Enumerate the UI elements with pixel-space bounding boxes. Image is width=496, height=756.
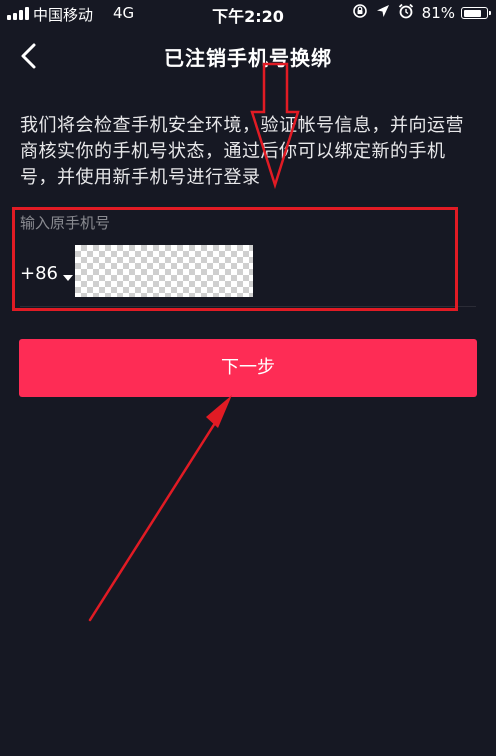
battery-level (463, 9, 481, 17)
screen: 中国移动 4G 下午2:20 81% 已注销手机号换绑 我们将会检查手机安全环境… (0, 0, 496, 756)
country-code: +86 (20, 262, 58, 284)
page-title: 已注销手机号换绑 (164, 46, 332, 70)
status-icons: 81% (352, 3, 491, 23)
input-underline (20, 306, 476, 307)
caret-down-icon (62, 268, 74, 281)
nav-bar: 已注销手机号换绑 (0, 28, 496, 84)
status-bar: 中国移动 4G 下午2:20 81% (0, 0, 496, 28)
phone-label: 输入原手机号 (20, 214, 111, 232)
alarm-icon (398, 3, 414, 23)
battery-icon (461, 7, 491, 19)
battery-percent: 81% (421, 4, 455, 22)
phone-input[interactable] (75, 245, 253, 297)
next-button[interactable]: 下一步 (19, 339, 477, 397)
orientation-lock-icon (352, 3, 368, 23)
phone-form: 输入原手机号 +86 (20, 205, 476, 307)
location-icon (376, 4, 390, 22)
description-text: 我们将会检查手机安全环境，验证帐号信息，并向运营商核实你的手机号状态，通过后你可… (20, 115, 464, 188)
country-code-selector[interactable]: +86 (20, 261, 74, 285)
diagonal-arrow (88, 395, 232, 622)
